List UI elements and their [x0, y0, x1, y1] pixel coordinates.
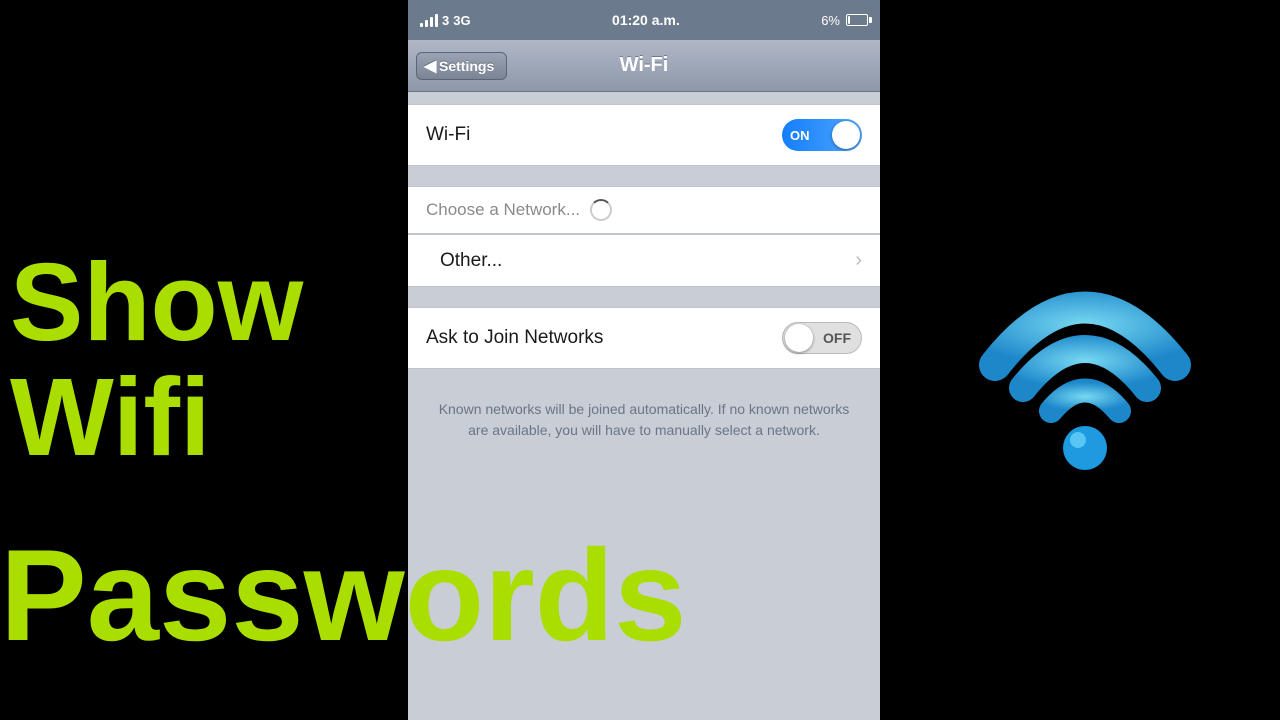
signal-bar-3 [430, 17, 433, 27]
wifi-toggle[interactable]: ON [782, 119, 862, 151]
loading-spinner [590, 199, 612, 221]
other-row[interactable]: Other... › [408, 234, 880, 287]
choose-network-section: Choose a Network... [408, 186, 880, 234]
choose-network-row: Choose a Network... [408, 187, 880, 233]
nav-bar: ◀ Settings Wi-Fi [408, 40, 880, 92]
other-label: Other... [426, 250, 502, 272]
signal-bars [420, 13, 438, 27]
wifi-section: Wi-Fi ON [408, 104, 880, 166]
nav-title: Wi-Fi [620, 54, 669, 77]
left-overlay: Show Wifi [0, 0, 410, 720]
wifi-row: Wi-Fi ON [408, 105, 880, 165]
network-label: 3 [442, 13, 449, 28]
wifi-label: Wi-Fi [426, 124, 470, 146]
ask-to-join-row: Ask to Join Networks OFF [408, 308, 880, 368]
description-text: Known networks will be joined automatica… [408, 389, 880, 451]
phone-screen: 3 3G 01:20 a.m. 6% ◀ Settings Wi-Fi Wi-F… [408, 0, 880, 720]
back-arrow-icon: ◀ [424, 56, 436, 76]
choose-network-label: Choose a Network... [426, 200, 580, 220]
ask-to-join-label: Ask to Join Networks [426, 327, 603, 349]
overlay-word-wifi: Wifi [10, 360, 410, 476]
ask-to-join-toggle-label: OFF [823, 330, 851, 346]
wifi-toggle-label: ON [790, 128, 810, 143]
battery-fill [848, 16, 850, 24]
network-type: 3G [453, 13, 470, 28]
ask-to-join-section: Ask to Join Networks OFF [408, 307, 880, 369]
status-right: 6% [821, 13, 868, 28]
back-label: Settings [439, 58, 494, 74]
status-bar: 3 3G 01:20 a.m. 6% [408, 0, 880, 40]
status-left: 3 3G [420, 13, 471, 28]
right-wifi-area [890, 0, 1280, 720]
settings-content: Wi-Fi ON Choose a Network... Other... › … [408, 92, 880, 463]
wifi-icon [945, 220, 1225, 500]
overlay-word-show: Show [10, 245, 410, 361]
battery-icon [846, 14, 868, 26]
status-time: 01:20 a.m. [612, 12, 680, 28]
ask-to-join-toggle[interactable]: OFF [782, 322, 862, 354]
back-button[interactable]: ◀ Settings [416, 52, 507, 80]
wifi-toggle-knob [832, 121, 860, 149]
ask-to-join-knob [785, 324, 813, 352]
signal-bar-4 [435, 14, 438, 27]
chevron-right-icon: › [855, 249, 862, 272]
signal-bar-2 [425, 20, 428, 27]
battery-percent: 6% [821, 13, 840, 28]
signal-bar-1 [420, 23, 423, 27]
